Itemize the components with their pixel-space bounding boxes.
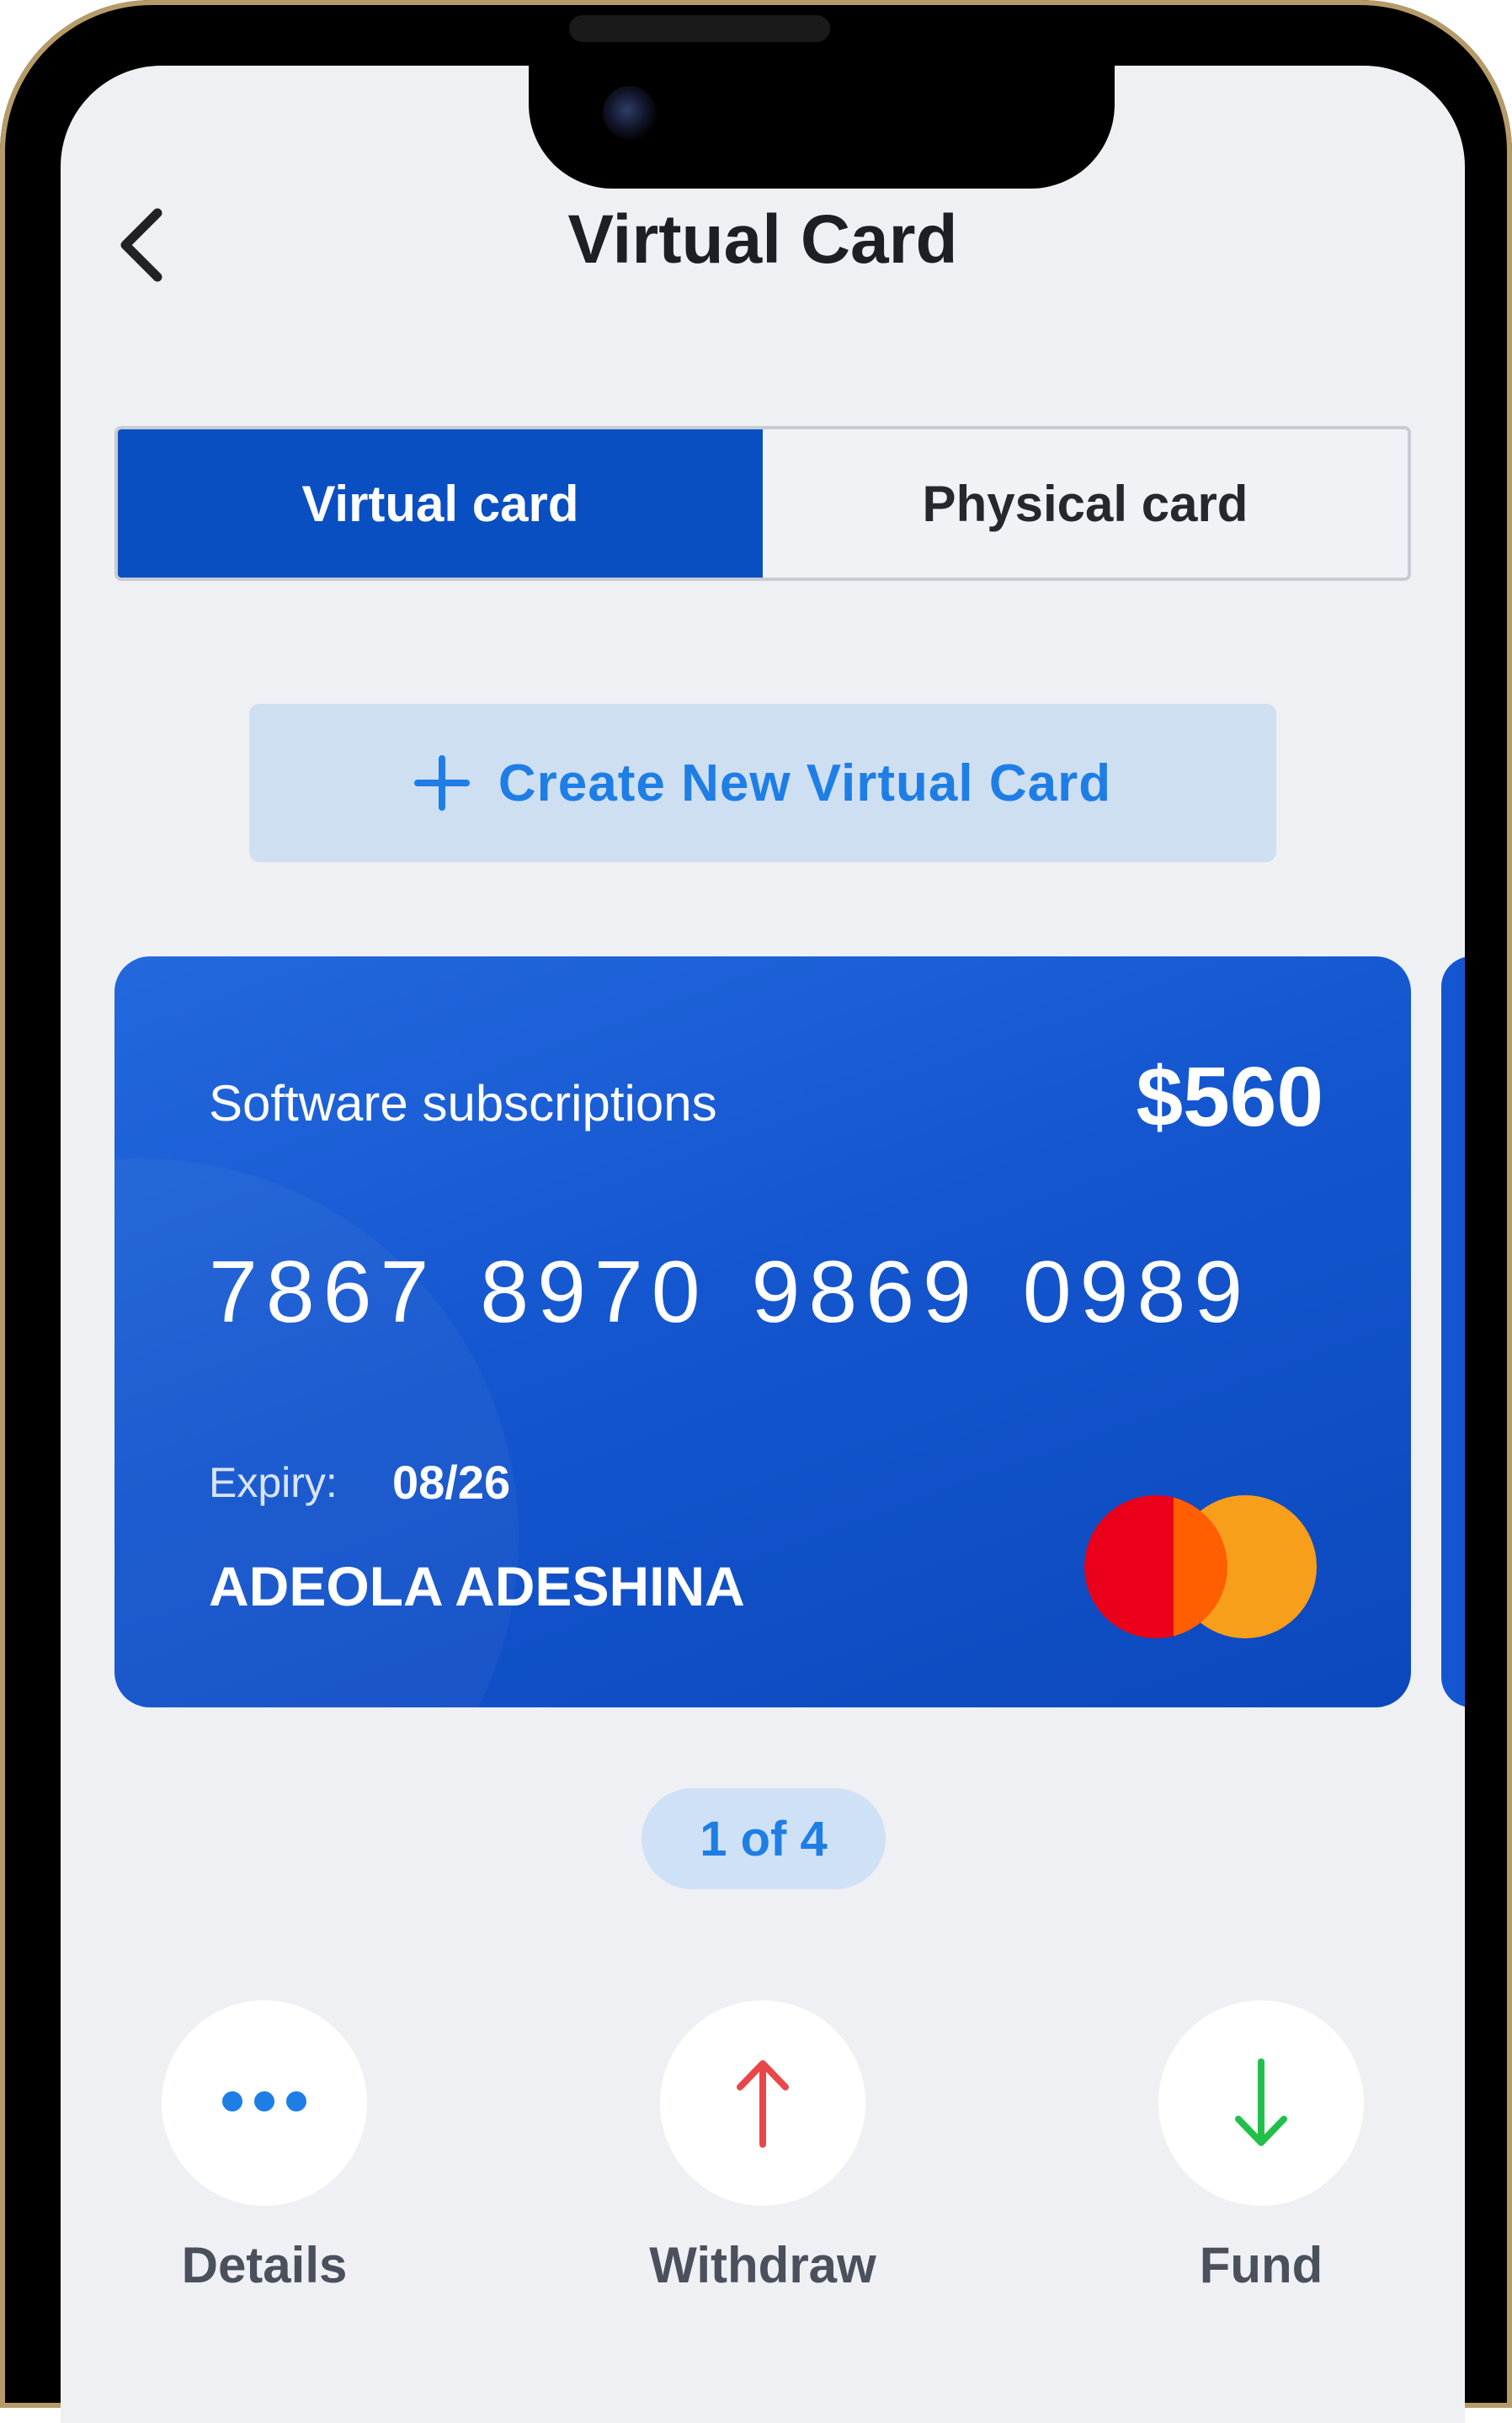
- plus-icon: [413, 755, 470, 811]
- card-expiry-value: 08/26: [392, 1456, 511, 1509]
- arrow-down-icon: [1235, 2058, 1287, 2146]
- fund-button[interactable]: [1158, 2000, 1364, 2206]
- next-card-peek[interactable]: [1441, 956, 1465, 1707]
- mastercard-logo: [1084, 1495, 1317, 1638]
- virtual-card[interactable]: Software subscriptions $560 7867 8970 98…: [114, 956, 1411, 1707]
- card-label: Software subscriptions: [209, 1075, 717, 1132]
- notch: [529, 66, 1115, 189]
- card-balance: $560: [1136, 1050, 1323, 1144]
- details-button[interactable]: [162, 2000, 367, 2206]
- mastercard-overlap: [1174, 1495, 1227, 1638]
- card-expiry-label: Expiry:: [209, 1459, 338, 1506]
- card-type-segmented-control: Virtual card Physical card: [114, 426, 1411, 581]
- more-dots-icon: [216, 2090, 312, 2116]
- create-virtual-card-button[interactable]: Create New Virtual Card: [249, 704, 1276, 862]
- tab-virtual-card[interactable]: Virtual card: [118, 429, 763, 578]
- arrow-up-icon: [737, 2060, 789, 2148]
- front-camera: [603, 86, 657, 140]
- card-holder-name: ADEOLA ADESHINA: [209, 1555, 745, 1617]
- card-number: 7867 8970 9869 0989: [209, 1243, 1252, 1341]
- withdraw-button[interactable]: [660, 2000, 865, 2206]
- tab-physical-card[interactable]: Physical card: [763, 429, 1408, 578]
- page-title: Virtual Card: [567, 201, 958, 278]
- card-pager-indicator: 1 of 4: [642, 1788, 886, 1889]
- fund-label: Fund: [1199, 2237, 1323, 2293]
- withdraw-label: Withdraw: [649, 2237, 876, 2293]
- app-screen: Virtual Card Virtual card Physical card …: [61, 66, 1465, 2423]
- details-label: Details: [181, 2237, 348, 2293]
- create-virtual-card-label: Create New Virtual Card: [498, 754, 1112, 812]
- details-action[interactable]: Details: [130, 2000, 399, 2294]
- phone-speaker: [569, 15, 830, 42]
- card-decoration: [114, 1158, 519, 1707]
- fund-action[interactable]: Fund: [1126, 2000, 1396, 2294]
- withdraw-action[interactable]: Withdraw: [628, 2000, 897, 2294]
